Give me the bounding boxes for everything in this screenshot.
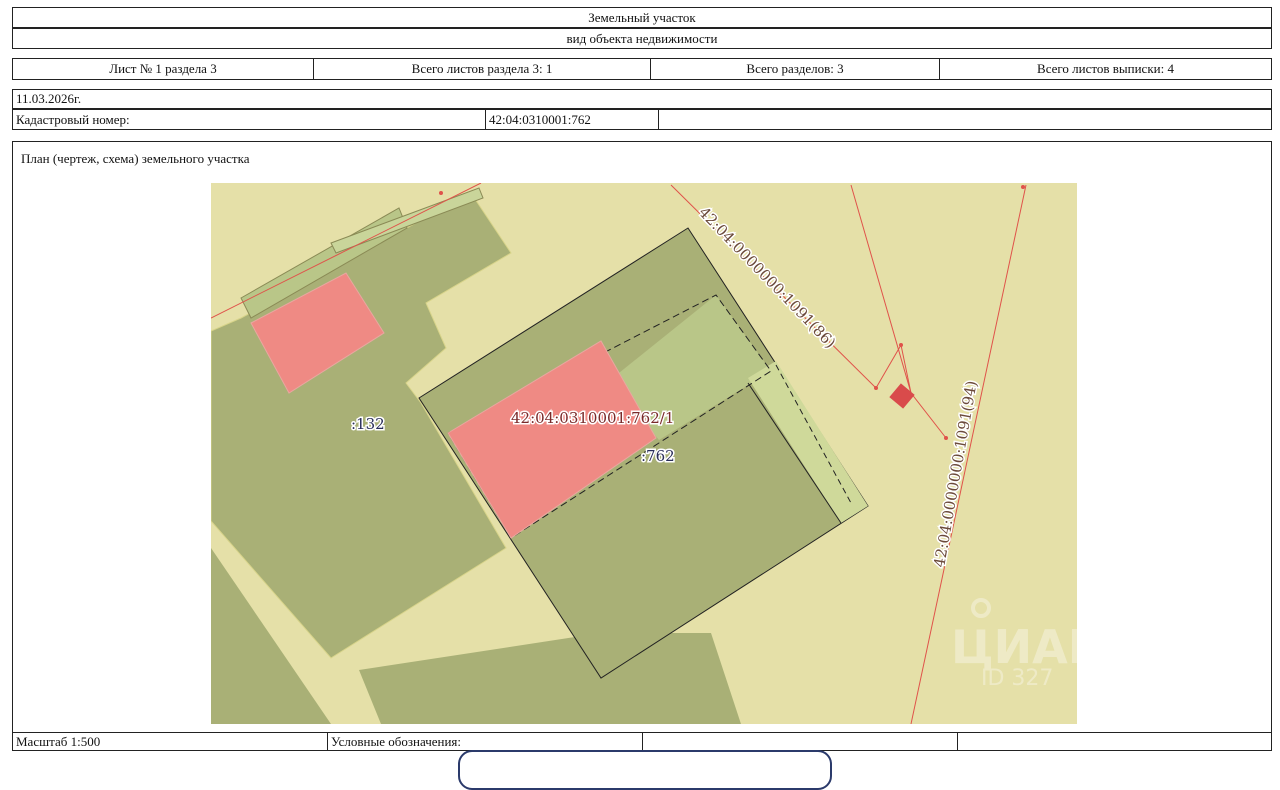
plan-title: План (чертеж, схема) земельного участка [21, 150, 250, 166]
cadastral-empty [659, 110, 1271, 129]
footer-row: Масштаб 1:500 Условные обозначения: [12, 732, 1272, 751]
plan-title-row: План (чертеж, схема) земельного участка [12, 141, 1272, 176]
plan-area: ЦИАН ID 327 :132 :762 42:04:0310001:762/… [12, 175, 1272, 732]
scale: Масштаб 1:500 [13, 733, 328, 750]
footer-col-4 [958, 733, 1271, 750]
label-parcel-132: :132 [351, 415, 385, 433]
parcel-map: ЦИАН ID 327 :132 :762 42:04:0310001:762/… [211, 183, 1077, 724]
sheets-total: Всего листов выписки: 4 [1037, 61, 1174, 76]
footer-col-3 [643, 733, 958, 750]
sheet-info-row: Лист № 1 раздела 3 Всего листов раздела … [12, 58, 1272, 80]
bottom-frame [458, 750, 832, 790]
sheets-in-section: Всего листов раздела 3: 1 [314, 59, 651, 79]
watermark-id: ID 327 [981, 666, 1053, 691]
cadastral-label: Кадастровый номер: [13, 110, 486, 129]
object-type-caption-row: вид объекта недвижимости [12, 28, 1272, 49]
object-type-caption: вид объекта недвижимости [566, 30, 718, 46]
label-building-762-1: 42:04:0310001:762/1 [511, 409, 674, 427]
legend-title: Условные обозначения: [328, 733, 643, 750]
label-parcel-762: :762 [641, 447, 675, 465]
date-row: 11.03.2026г. [12, 89, 1272, 109]
cadastral-value: 42:04:0310001:762 [486, 110, 659, 129]
cadastral-row: Кадастровый номер: 42:04:0310001:762 [12, 109, 1272, 130]
sections-total: Всего разделов: 3 [651, 59, 940, 79]
object-type: Земельный участок [588, 9, 696, 25]
extract-date: 11.03.2026г. [16, 91, 82, 106]
object-type-row: Земельный участок [12, 7, 1272, 28]
sheet-number: Лист № 1 раздела 3 [13, 59, 314, 79]
